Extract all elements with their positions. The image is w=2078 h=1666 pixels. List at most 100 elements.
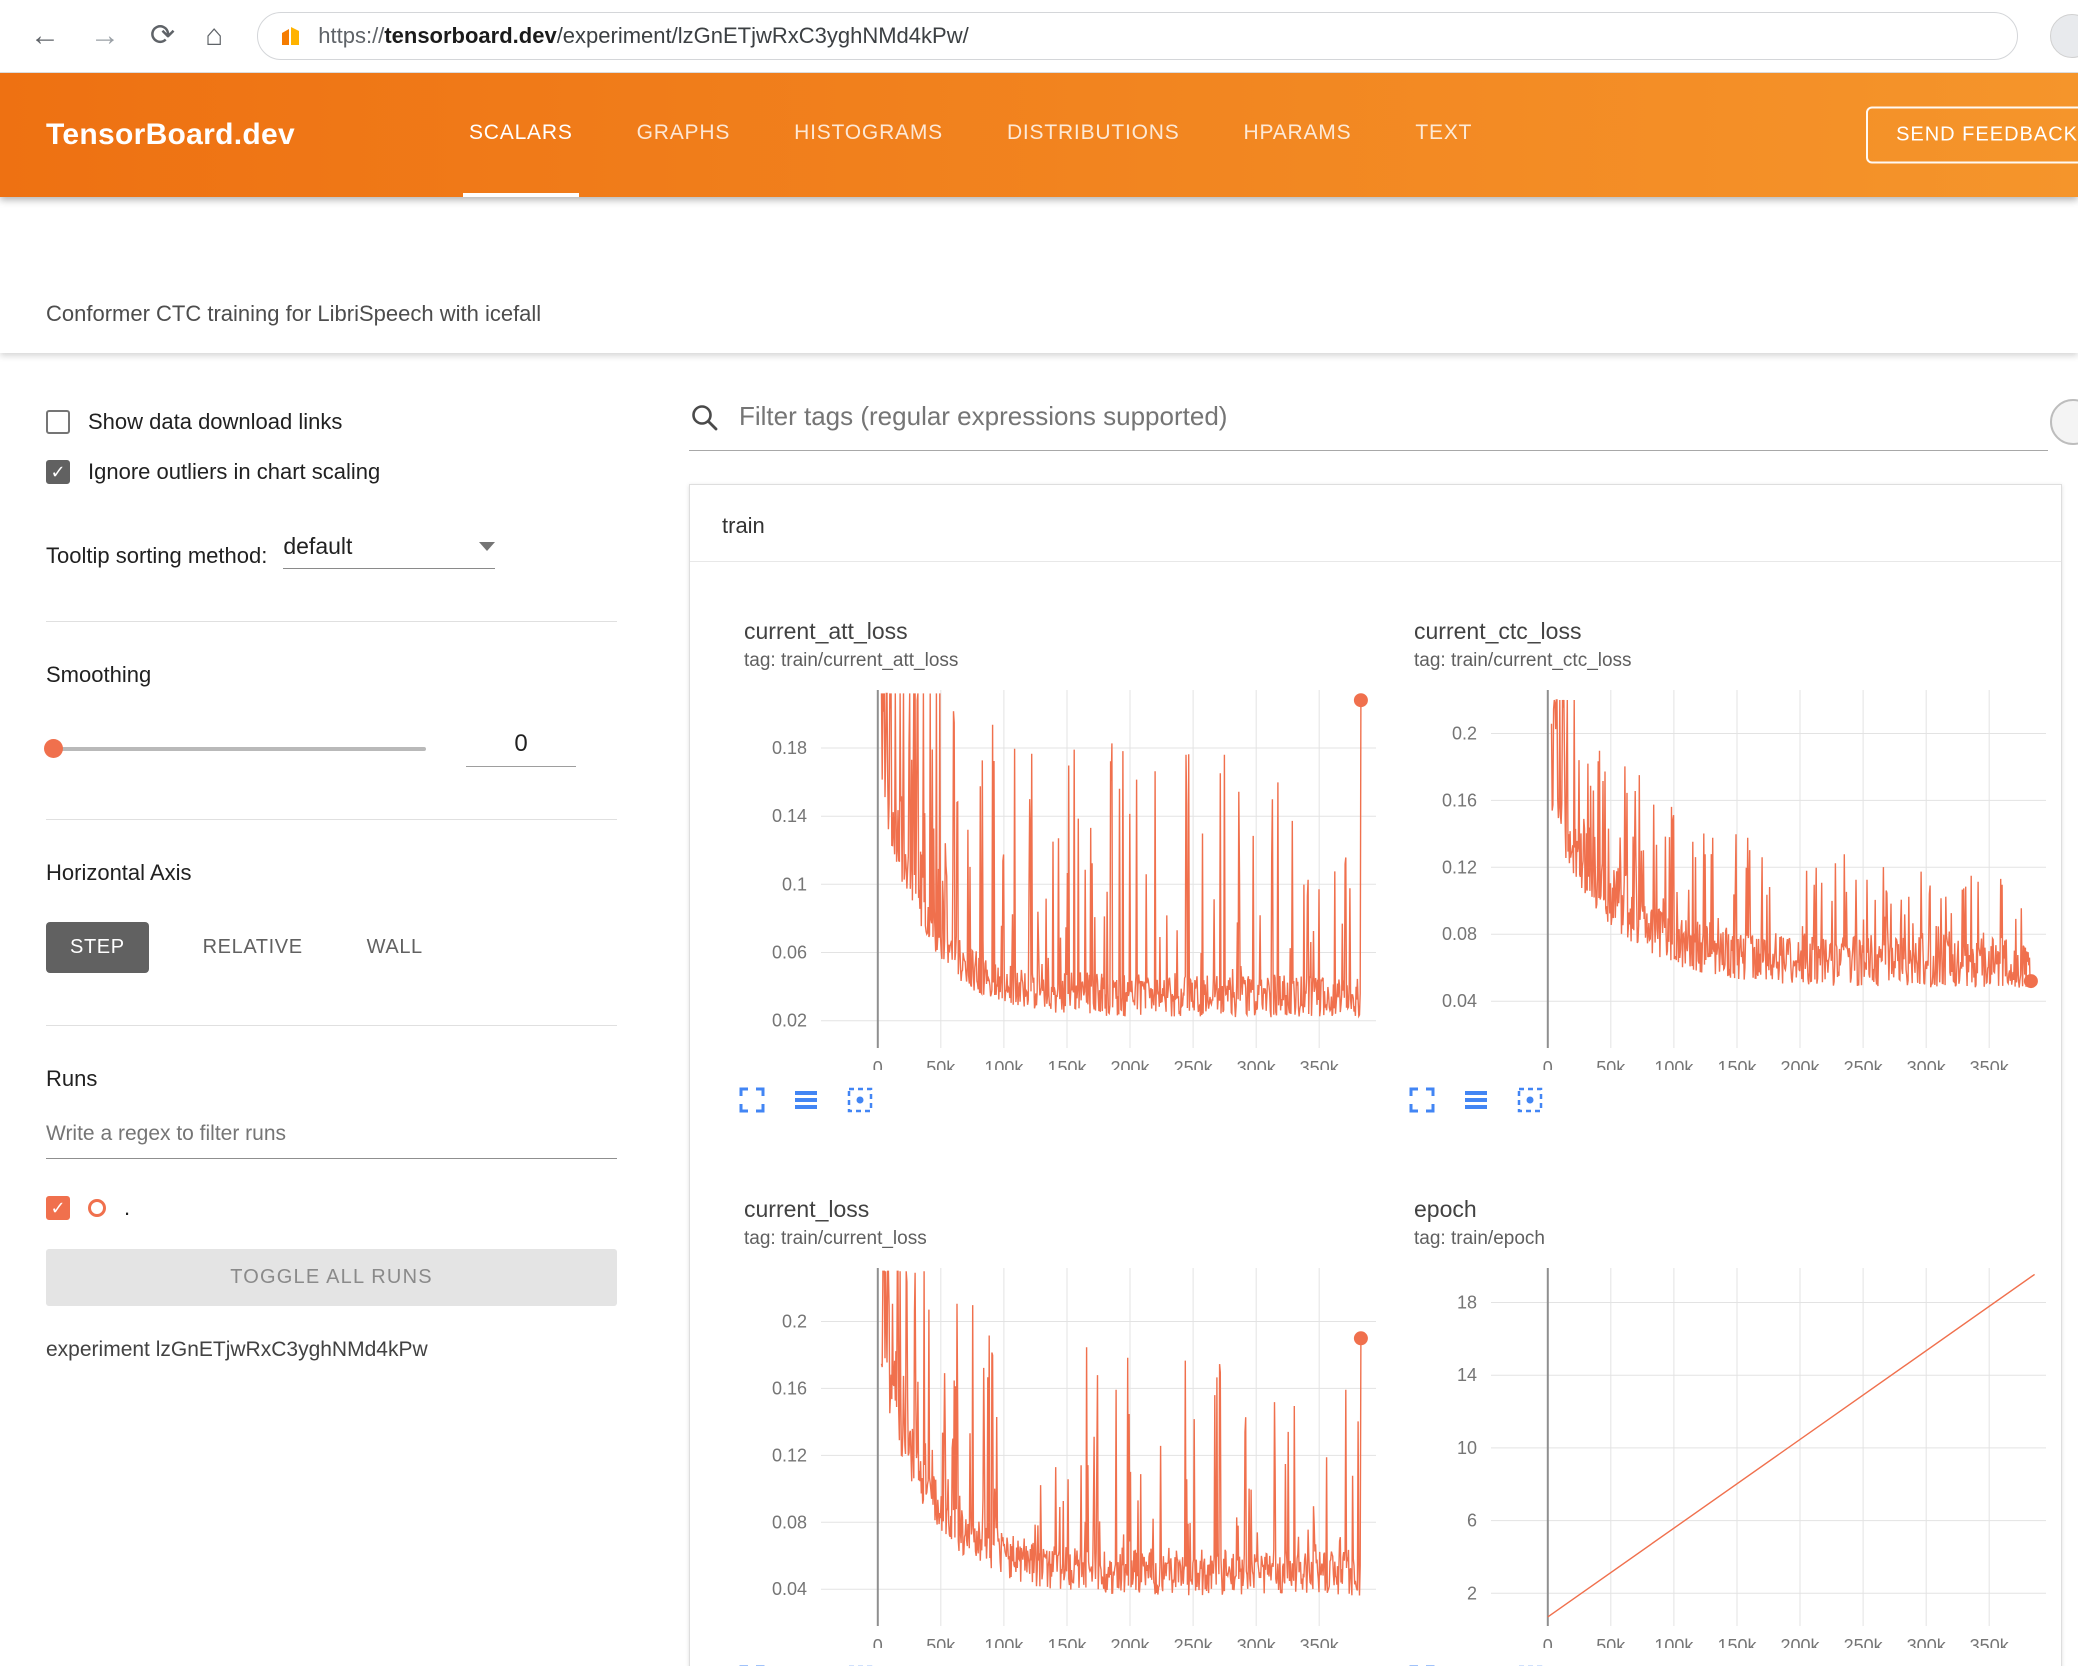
fit-domain-icon[interactable] [1514, 1084, 1546, 1116]
svg-text:0.08: 0.08 [1442, 924, 1477, 944]
site-favicon [282, 27, 300, 45]
svg-text:0.1: 0.1 [782, 874, 807, 894]
svg-text:0.04: 0.04 [1442, 991, 1477, 1011]
svg-text:0.12: 0.12 [1442, 857, 1477, 877]
run-checkbox[interactable] [46, 1196, 70, 1220]
svg-text:18: 18 [1457, 1293, 1477, 1313]
send-feedback-button[interactable]: SEND FEEDBACK [1866, 106, 2078, 164]
back-icon[interactable]: ← [30, 21, 60, 51]
svg-text:350k: 350k [1300, 1058, 1340, 1070]
floating-button-partial[interactable] [2050, 399, 2078, 445]
main-nav: SCALARS GRAPHS HISTOGRAMS DISTRIBUTIONS … [463, 73, 1478, 197]
runs-selector-icon[interactable] [1460, 1662, 1492, 1666]
chart-tag: tag: train/epoch [1414, 1228, 1545, 1249]
chart-current-ctc-loss: current_ctc_loss tag: train/current_ctc_… [1376, 562, 2046, 1140]
svg-text:0.06: 0.06 [772, 943, 807, 963]
tab-distributions[interactable]: DISTRIBUTIONS [1001, 73, 1186, 197]
smoothing-label: Smoothing [46, 662, 152, 687]
tooltip-sorting-select[interactable]: default [283, 533, 496, 569]
horizontal-axis-buttons: STEP RELATIVE WALL [46, 922, 617, 973]
smoothing-value[interactable]: 0 [466, 730, 576, 767]
fit-domain-icon[interactable] [1514, 1662, 1546, 1666]
svg-text:0.16: 0.16 [772, 1378, 807, 1398]
filter-tags-row [689, 401, 2048, 451]
run-group-title: train [690, 485, 2061, 562]
chart-current-loss: current_loss tag: train/current_loss 0.0… [706, 1140, 1376, 1666]
smoothing-slider[interactable] [44, 738, 426, 758]
svg-text:200k: 200k [1780, 1636, 1820, 1648]
settings-sidebar: Show data download links Ignore outliers… [0, 353, 663, 1664]
svg-text:300k: 300k [1237, 1636, 1277, 1648]
filter-tags-input[interactable] [739, 401, 2048, 432]
chart-tag: tag: train/current_loss [744, 1228, 927, 1249]
svg-text:50k: 50k [1596, 1636, 1626, 1648]
svg-text:200k: 200k [1110, 1636, 1150, 1648]
tab-text[interactable]: TEXT [1409, 73, 1478, 197]
line-chart[interactable]: 0.02 0.06 0.1 0.14 0.18 0 50k 100k 150k 200k 250k 3… [726, 680, 1386, 1070]
show-download-links-label: Show data download links [88, 409, 343, 434]
smoothing-slider-thumb[interactable] [44, 738, 63, 758]
screen: ← → ⟳ ⌂ https://tensorboard.dev/experime… [0, 0, 2078, 1666]
svg-text:0: 0 [1543, 1058, 1553, 1070]
tooltip-sorting-label: Tooltip sorting method: [46, 543, 268, 568]
fit-domain-icon[interactable] [844, 1662, 876, 1666]
runs-selector-icon[interactable] [790, 1662, 822, 1666]
line-chart[interactable]: 0.04 0.08 0.12 0.16 0.2 0 50k 100k 150k 200k 250k 3… [1396, 680, 2056, 1070]
line-chart[interactable]: 0.04 0.08 0.12 0.16 0.2 0 50k 100k 150k 200k 250k 3… [726, 1258, 1386, 1648]
expand-icon[interactable] [1406, 1662, 1438, 1666]
expand-icon[interactable] [736, 1662, 768, 1666]
chart-title: epoch [1414, 1196, 1477, 1222]
line-chart[interactable]: 2 6 10 14 18 0 50k 100k 150k 200k 250k 300k 350k [1396, 1258, 2056, 1648]
svg-text:0.12: 0.12 [772, 1445, 807, 1465]
reload-icon[interactable]: ⟳ [150, 21, 175, 51]
fit-domain-icon[interactable] [844, 1084, 876, 1116]
run-name: . [124, 1195, 131, 1220]
browser-bar: ← → ⟳ ⌂ https://tensorboard.dev/experime… [0, 0, 2078, 73]
sidebar-divider [46, 819, 617, 820]
svg-text:50k: 50k [926, 1058, 956, 1070]
url-bar[interactable]: https://tensorboard.dev/experiment/lzGnE… [257, 12, 2018, 60]
chart-tag: tag: train/current_ctc_loss [1414, 650, 1632, 671]
ignore-outliers-checkbox[interactable] [46, 460, 70, 484]
tab-scalars[interactable]: SCALARS [463, 73, 579, 197]
runs-filter-input[interactable] [46, 1122, 617, 1159]
axis-step-button[interactable]: STEP [46, 922, 149, 973]
svg-text:350k: 350k [1970, 1058, 2010, 1070]
forward-icon[interactable]: → [90, 21, 120, 51]
toggle-all-runs-button[interactable]: TOGGLE ALL RUNS [46, 1249, 617, 1306]
chart-tag: tag: train/current_att_loss [744, 650, 959, 671]
runs-selector-icon[interactable] [1460, 1084, 1492, 1116]
svg-text:0.2: 0.2 [1452, 724, 1477, 744]
svg-text:100k: 100k [1654, 1636, 1694, 1648]
tab-graphs[interactable]: GRAPHS [631, 73, 737, 197]
chart-title: current_loss [744, 1196, 870, 1222]
tab-hparams[interactable]: HPARAMS [1238, 73, 1358, 197]
axis-wall-button[interactable]: WALL [357, 922, 433, 973]
svg-text:0.08: 0.08 [772, 1512, 807, 1532]
runs-selector-icon[interactable] [790, 1084, 822, 1116]
svg-text:0.18: 0.18 [772, 738, 807, 758]
svg-text:50k: 50k [1596, 1058, 1626, 1070]
show-download-links-checkbox[interactable] [46, 410, 70, 434]
home-icon[interactable]: ⌂ [205, 21, 223, 51]
expand-icon[interactable] [1406, 1084, 1438, 1116]
svg-text:300k: 300k [1237, 1058, 1277, 1070]
chart-title: current_att_loss [744, 618, 908, 644]
svg-text:200k: 200k [1780, 1058, 1820, 1070]
run-color-icon [88, 1199, 106, 1217]
search-icon [692, 404, 718, 430]
browser-avatar[interactable] [2050, 14, 2078, 58]
svg-text:350k: 350k [1970, 1636, 2010, 1648]
svg-text:0.02: 0.02 [772, 1011, 807, 1031]
axis-relative-button[interactable]: RELATIVE [193, 922, 313, 973]
sidebar-divider [46, 621, 617, 622]
expand-icon[interactable] [736, 1084, 768, 1116]
experiment-subtitle-bar: Conformer CTC training for LibriSpeech w… [0, 197, 2078, 353]
svg-text:150k: 150k [1047, 1058, 1087, 1070]
content: Show data download links Ignore outliers… [0, 353, 2078, 1666]
smoothing-slider-row: 0 [44, 730, 617, 767]
ignore-outliers-row: Ignore outliers in chart scaling [46, 459, 617, 485]
chevron-down-icon [479, 542, 496, 551]
svg-text:250k: 250k [1174, 1636, 1214, 1648]
tab-histograms[interactable]: HISTOGRAMS [788, 73, 949, 197]
